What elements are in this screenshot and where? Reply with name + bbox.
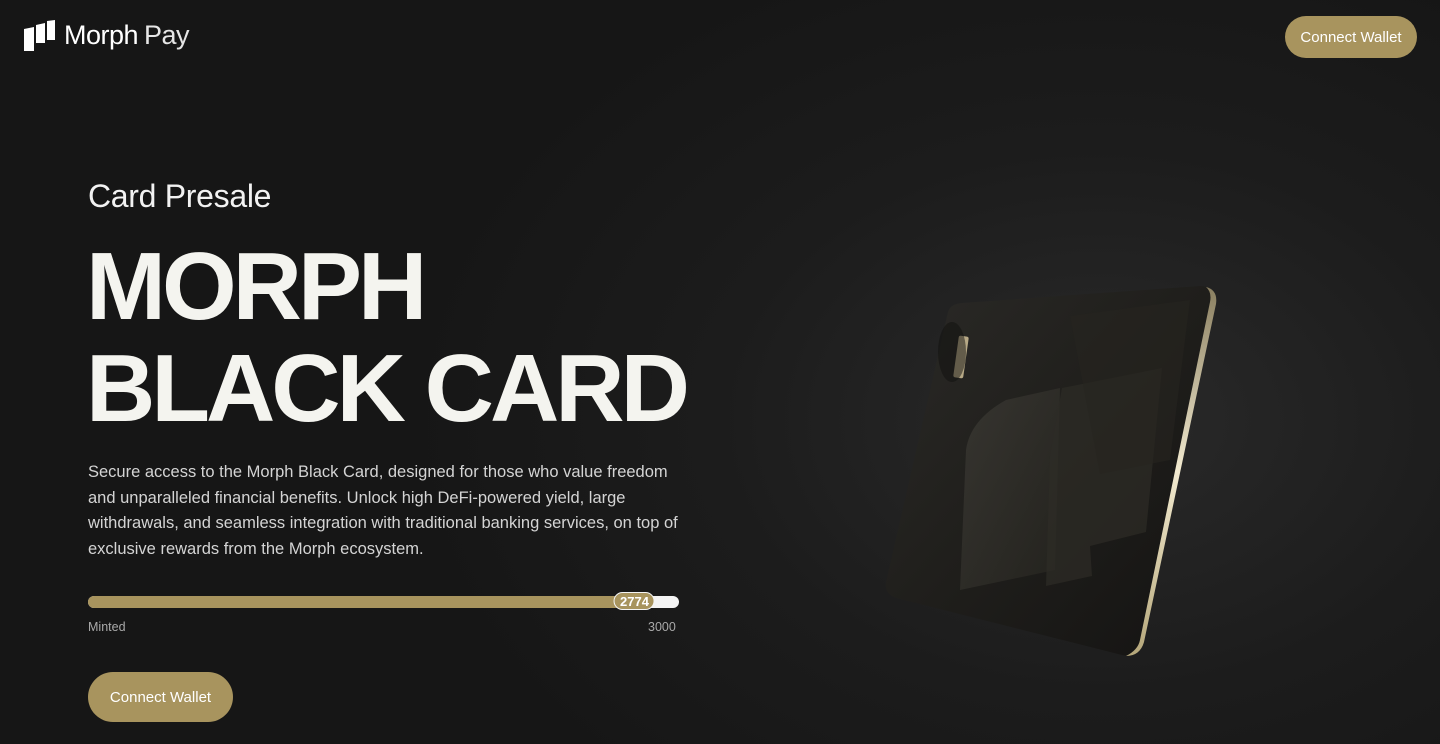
headline-line-1: MORPH [86, 233, 427, 340]
presale-eyebrow: Card Presale [88, 178, 272, 214]
brand-name-primary: Morph [64, 20, 139, 50]
brand-logo[interactable]: Morph Pay [24, 20, 190, 51]
hero-connect-wallet-button[interactable]: Connect Wallet [88, 672, 233, 722]
hero-description: Secure access to the Morph Black Card, d… [88, 463, 678, 558]
header-connect-wallet-button[interactable]: Connect Wallet [1285, 16, 1417, 58]
morph-logo-icon [24, 20, 55, 51]
headline-line-2: BLACK CARD [86, 335, 690, 442]
progress-min-label: Minted [88, 620, 126, 634]
minted-count-badge: 2774 [614, 592, 655, 610]
mint-progress-bar: 2774 [88, 592, 679, 610]
landing-page: Morph Pay Connect Wallet Card Presale MOR… [0, 0, 1440, 744]
progress-max-label: 3000 [648, 620, 676, 634]
brand-name-secondary: Pay [144, 20, 190, 50]
black-card-image [885, 286, 1217, 656]
hero-headline: MORPH BLACK CARD [86, 233, 690, 442]
mint-progress-fill [88, 596, 635, 608]
brand-name: Morph Pay [64, 20, 190, 50]
